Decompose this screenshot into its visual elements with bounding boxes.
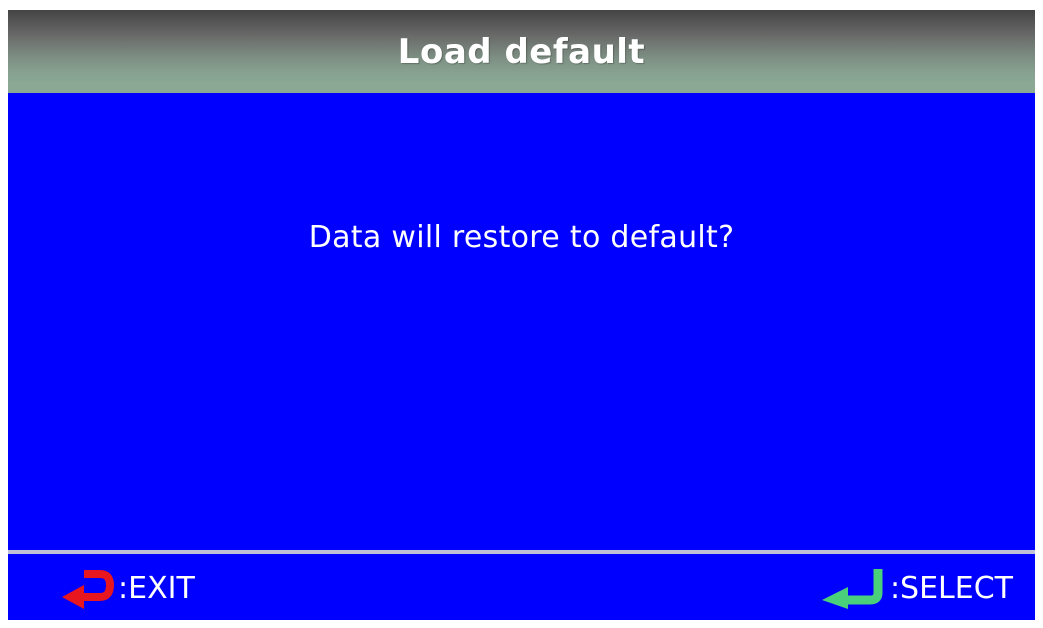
- softkey-bar: :EXIT :SELECT: [8, 554, 1035, 620]
- return-arrow-icon: [56, 567, 118, 609]
- screen: Load default Data will restore to defaul…: [8, 10, 1035, 620]
- title-bar: Load default: [8, 10, 1035, 93]
- exit-softkey[interactable]: :EXIT: [56, 566, 195, 610]
- confirm-message: Data will restore to default?: [308, 220, 735, 255]
- page-title: Load default: [397, 31, 646, 72]
- exit-label: :EXIT: [118, 570, 195, 606]
- select-softkey[interactable]: :SELECT: [818, 566, 1013, 610]
- enter-arrow-icon: [818, 567, 890, 609]
- select-label: :SELECT: [889, 570, 1013, 606]
